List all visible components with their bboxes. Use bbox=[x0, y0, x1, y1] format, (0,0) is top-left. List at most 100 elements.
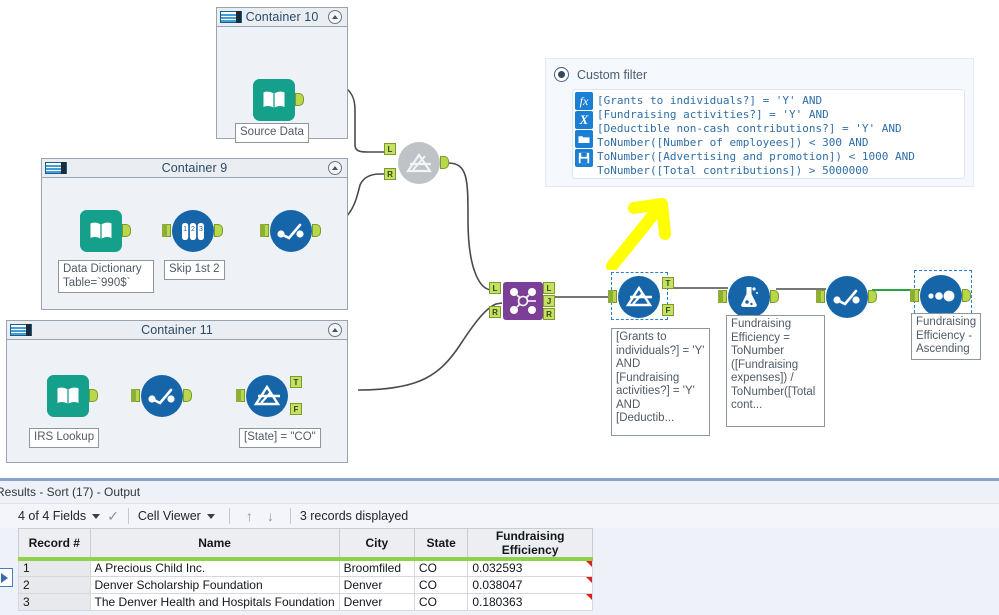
input-port[interactable] bbox=[162, 224, 171, 237]
book-glyph bbox=[57, 387, 79, 404]
output-port[interactable] bbox=[183, 389, 192, 402]
column-header-name[interactable]: Name bbox=[89, 528, 340, 561]
input-port-right[interactable]: R bbox=[384, 168, 396, 180]
container-11-titlebar[interactable]: Container 11 bbox=[7, 321, 347, 340]
node-sort[interactable] bbox=[910, 275, 971, 317]
workflow-canvas[interactable]: Container 10 Source Data Container 9 Dat… bbox=[0, 0, 999, 478]
check-icon[interactable]: ✓ bbox=[107, 508, 119, 525]
node-skip-first-2[interactable]: 1 2 3 bbox=[162, 210, 223, 252]
column-header-state[interactable]: State bbox=[413, 528, 469, 561]
container-9[interactable]: Container 9 Data Dictionary Table=`990$` bbox=[41, 158, 348, 310]
node-source-data[interactable] bbox=[253, 79, 304, 121]
output-port-join[interactable]: J bbox=[543, 295, 555, 307]
container-11[interactable]: Container 11 IRS Lookup T F [State] = "C… bbox=[6, 320, 348, 463]
output-port[interactable] bbox=[962, 289, 971, 302]
run-play-icon[interactable] bbox=[0, 568, 13, 587]
column-header-efficiency[interactable]: Fundraising Efficiency bbox=[467, 528, 593, 561]
cell-viewer-selector[interactable]: Cell Viewer bbox=[138, 509, 220, 523]
node-join[interactable]: L R L J R bbox=[489, 282, 555, 320]
output-port-true[interactable]: T bbox=[290, 376, 302, 388]
app-window: Container 10 Source Data Container 9 Dat… bbox=[0, 0, 999, 615]
custom-filter-radio[interactable] bbox=[554, 67, 569, 82]
column-header-city[interactable]: City bbox=[338, 528, 415, 561]
table-row[interactable]: 3 The Denver Health and Hospitals Founda… bbox=[18, 592, 593, 611]
node-filter-state[interactable]: T F bbox=[236, 375, 302, 417]
node-filter-custom[interactable]: T F bbox=[608, 276, 674, 318]
arrow-up-icon[interactable]: ↑ bbox=[246, 508, 253, 524]
input-port-left[interactable]: L bbox=[489, 282, 501, 294]
node-label-skip-first-2: Skip 1st 2 bbox=[164, 260, 225, 280]
node-irs-lookup[interactable] bbox=[47, 375, 98, 417]
save-disk-icon[interactable] bbox=[575, 149, 593, 167]
input-port[interactable] bbox=[260, 224, 269, 237]
output-port[interactable] bbox=[770, 290, 779, 303]
node-label-filter-state: [State] = "CO" bbox=[239, 428, 321, 448]
output-port[interactable] bbox=[89, 389, 98, 402]
collapse-chevron-icon[interactable] bbox=[328, 10, 342, 24]
input-port[interactable] bbox=[236, 389, 245, 402]
output-port-false[interactable]: F bbox=[290, 403, 302, 415]
output-port[interactable] bbox=[295, 93, 304, 106]
node-join-disabled[interactable]: L R bbox=[384, 142, 449, 184]
collapse-chevron-icon[interactable] bbox=[328, 161, 342, 175]
output-port-right[interactable]: R bbox=[543, 308, 555, 320]
results-pane[interactable]: Results - Sort (17) - Output 4 of 4 Fiel… bbox=[0, 478, 999, 615]
input-data-book-icon bbox=[253, 79, 295, 121]
x-variable-icon[interactable]: X bbox=[575, 111, 593, 129]
cell-record: 3 bbox=[18, 592, 91, 611]
chevron-down-icon[interactable] bbox=[92, 513, 101, 519]
results-grid[interactable]: Record # Name City State Fundraising Eff… bbox=[18, 528, 593, 611]
output-port[interactable] bbox=[214, 224, 223, 237]
container-10-title: Container 10 bbox=[245, 10, 319, 24]
output-port-left[interactable]: L bbox=[543, 282, 555, 294]
open-folder-icon[interactable] bbox=[575, 130, 593, 148]
cell-state: CO bbox=[413, 558, 469, 577]
node-data-dictionary[interactable] bbox=[80, 210, 131, 252]
node-select-container9[interactable] bbox=[260, 210, 321, 252]
fields-selector-label: 4 of 4 Fields bbox=[18, 509, 87, 523]
collapse-chevron-icon[interactable] bbox=[328, 323, 342, 337]
input-port[interactable] bbox=[718, 290, 727, 303]
node-formula[interactable] bbox=[718, 276, 779, 318]
arrow-down-icon[interactable]: ↓ bbox=[267, 508, 274, 524]
input-port[interactable] bbox=[816, 290, 825, 303]
custom-filter-label: Custom filter bbox=[577, 67, 648, 82]
output-port[interactable] bbox=[868, 290, 877, 303]
select-tool-icon bbox=[826, 276, 868, 318]
container-9-titlebar[interactable]: Container 9 bbox=[42, 159, 347, 178]
column-header-record[interactable]: Record # bbox=[18, 528, 91, 561]
results-table: Record # Name City State Fundraising Eff… bbox=[18, 528, 593, 611]
svg-text:3: 3 bbox=[199, 226, 203, 233]
custom-filter-panel[interactable]: Custom filter fx X [Grants to individual… bbox=[545, 58, 974, 187]
output-port[interactable] bbox=[440, 156, 449, 169]
results-toolbar[interactable]: 4 of 4 Fields ✓ Cell Viewer ↑ ↓ 3 record… bbox=[0, 503, 999, 528]
table-row[interactable]: 2 Denver Scholarship Foundation Denver C… bbox=[18, 575, 593, 594]
input-port-right[interactable]: R bbox=[489, 306, 501, 318]
sample-glyph: 1 2 3 bbox=[182, 223, 204, 240]
node-select-container11[interactable] bbox=[131, 375, 192, 417]
chevron-down-icon[interactable] bbox=[206, 513, 215, 519]
output-port[interactable] bbox=[312, 224, 321, 237]
filter-expression-text[interactable]: [Grants to individuals?] = 'Y' AND [Fund… bbox=[595, 90, 964, 178]
expression-icon-column: fx X bbox=[573, 90, 595, 178]
record-count-label: 3 records displayed bbox=[299, 509, 409, 523]
select-glyph bbox=[833, 289, 860, 306]
custom-filter-radio-row[interactable]: Custom filter bbox=[546, 59, 973, 82]
input-port[interactable] bbox=[608, 290, 617, 303]
fields-selector[interactable]: 4 of 4 Fields ✓ bbox=[18, 508, 119, 525]
expression-editor[interactable]: fx X [Grants to individuals?] = 'Y' AND … bbox=[572, 89, 965, 179]
input-port-left[interactable]: L bbox=[384, 143, 396, 155]
input-port[interactable] bbox=[910, 289, 919, 302]
input-port[interactable] bbox=[131, 389, 140, 402]
node-select-final[interactable] bbox=[816, 276, 877, 318]
cell-viewer-label: Cell Viewer bbox=[137, 509, 201, 523]
book-glyph bbox=[263, 91, 285, 108]
container-11-body: IRS Lookup T F [State] = "CO" bbox=[7, 340, 347, 462]
fx-function-icon[interactable]: fx bbox=[575, 92, 593, 110]
output-port[interactable] bbox=[122, 224, 131, 237]
output-port-true[interactable]: T bbox=[662, 277, 674, 289]
output-port-false[interactable]: F bbox=[662, 304, 674, 316]
container-10[interactable]: Container 10 Source Data bbox=[216, 7, 348, 143]
table-row[interactable]: 1 A Precious Child Inc. Broomfiled CO 0.… bbox=[18, 558, 593, 577]
container-10-titlebar[interactable]: Container 10 bbox=[217, 8, 347, 27]
